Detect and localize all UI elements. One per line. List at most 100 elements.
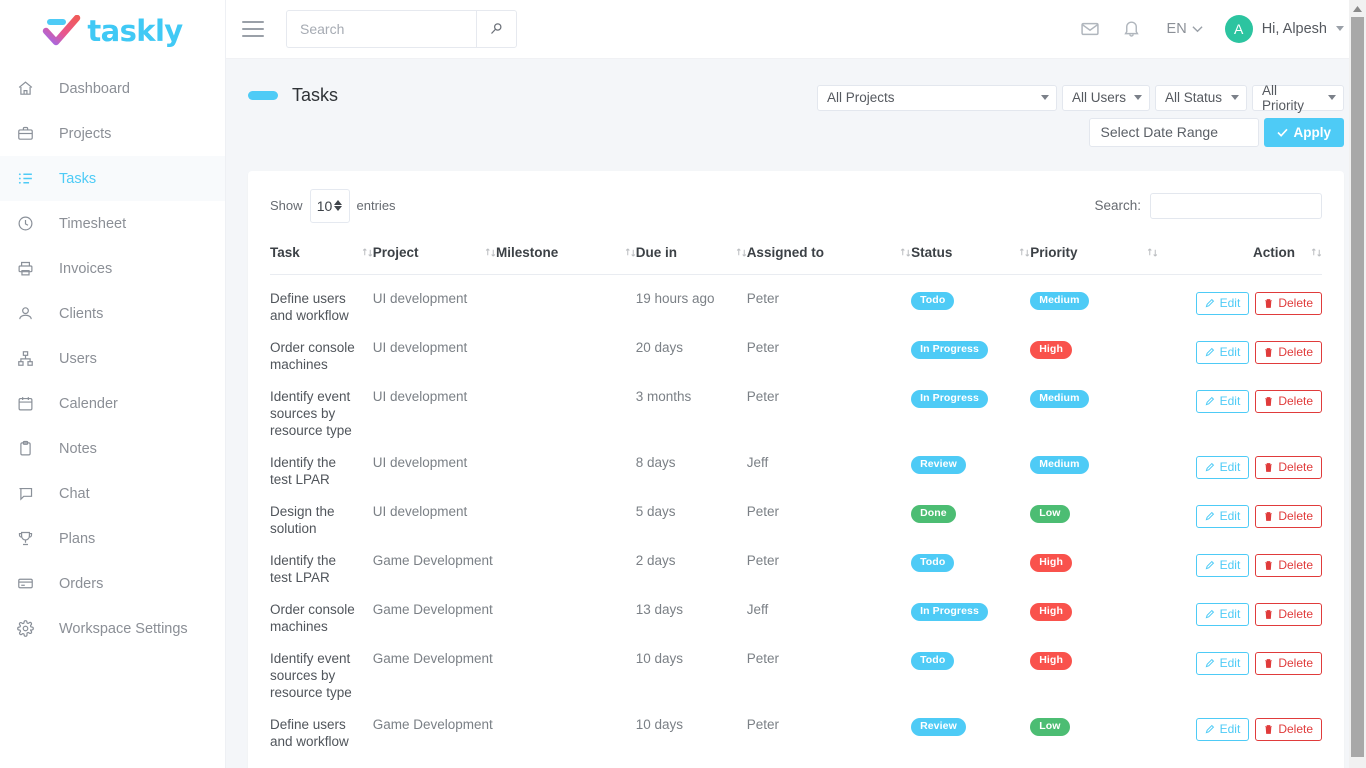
cell-project: UI development	[372, 503, 468, 519]
edit-button[interactable]: Edit	[1195, 553, 1250, 577]
cell-milestone	[496, 586, 636, 635]
edit-button[interactable]: Edit	[1195, 651, 1250, 675]
edit-button[interactable]: Edit	[1195, 717, 1250, 741]
edit-button[interactable]: Edit	[1195, 389, 1250, 413]
trash-icon	[1264, 396, 1273, 407]
search-input[interactable]	[286, 9, 476, 48]
cell-task: Order console machines	[270, 339, 355, 372]
column-header-project[interactable]: Project	[372, 244, 497, 275]
card-icon	[17, 575, 47, 592]
envelope-icon[interactable]	[1069, 9, 1111, 49]
sidebar-item-label: Dashboard	[59, 80, 130, 97]
sidebar-item-workspace-settings[interactable]: Workspace Settings	[0, 606, 225, 651]
sidebar-item-label: Calender	[59, 395, 118, 412]
column-header-milestone[interactable]: Milestone	[496, 244, 636, 275]
delete-button[interactable]: Delete	[1255, 340, 1322, 364]
check-icon	[1277, 128, 1289, 137]
edit-button[interactable]: Edit	[1195, 455, 1250, 479]
cell-action: Edit Delete	[1158, 586, 1322, 635]
delete-button[interactable]: Delete	[1255, 504, 1322, 528]
language-selector[interactable]: EN	[1153, 21, 1213, 37]
sidebar-item-calender[interactable]: Calender	[0, 381, 225, 426]
sidebar-item-orders[interactable]: Orders	[0, 561, 225, 606]
edit-button[interactable]: Edit	[1195, 602, 1250, 626]
tasks-card: Show 10 entries Search: Task Project Mil…	[248, 170, 1344, 768]
column-header-assigned-to[interactable]: Assigned to	[746, 244, 912, 275]
column-header-action[interactable]: Action	[1157, 244, 1322, 275]
edit-button[interactable]: Edit	[1195, 291, 1250, 315]
status-badge: Review	[911, 717, 966, 736]
filter-priority[interactable]: All Priority	[1252, 83, 1344, 113]
cell-task: Order console machines	[270, 601, 355, 634]
sidebar-item-projects[interactable]: Projects	[0, 111, 225, 156]
datatable-search-input[interactable]	[1150, 192, 1322, 219]
delete-button[interactable]: Delete	[1255, 717, 1322, 741]
sidebar-item-plans[interactable]: Plans	[0, 516, 225, 561]
sidebar-item-invoices[interactable]: Invoices	[0, 246, 225, 291]
filter-projects[interactable]: All Projects	[817, 84, 1057, 111]
chevron-down-icon	[1041, 95, 1049, 101]
delete-button-label: Delete	[1278, 607, 1313, 622]
cell-assigned-to: Jeff	[746, 601, 769, 617]
entries-stepper[interactable]: 10	[309, 188, 350, 223]
sidebar-item-clients[interactable]: Clients	[0, 291, 225, 336]
sidebar-item-label: Workspace Settings	[59, 620, 188, 637]
delete-button[interactable]: Delete	[1255, 651, 1322, 675]
sidebar-item-tasks[interactable]: Tasks	[0, 156, 225, 201]
scrollbar-thumb[interactable]	[1351, 17, 1364, 757]
apply-button[interactable]: Apply	[1264, 117, 1344, 147]
filters-panel: All Projects All Users All Status All Pr…	[817, 83, 1344, 147]
sidebar-item-users[interactable]: Users	[0, 336, 225, 381]
cell-project: Game Development	[372, 650, 493, 666]
filter-status[interactable]: All Status	[1155, 84, 1247, 111]
brand-logo[interactable]: taskly	[0, 0, 225, 62]
sidebar-item-label: Tasks	[59, 170, 97, 187]
sort-icon	[477, 247, 496, 258]
sidebar-item-label: Orders	[59, 575, 104, 592]
hamburger-icon[interactable]	[242, 20, 264, 37]
search-button[interactable]	[476, 9, 517, 48]
cell-project: Game Development	[372, 716, 493, 732]
sort-icon	[728, 247, 747, 258]
calendar-icon	[17, 395, 47, 412]
filter-users[interactable]: All Users	[1062, 84, 1150, 111]
column-header-priority[interactable]: Priority	[1030, 244, 1158, 275]
page-scrollbar[interactable]	[1349, 0, 1366, 768]
cell-status: Done	[911, 488, 1030, 537]
sidebar-item-timesheet[interactable]: Timesheet	[0, 201, 225, 246]
table-row: Identify the test LPAR Game Development 2 …	[270, 537, 1322, 586]
cell-action: Edit Delete	[1158, 324, 1322, 373]
edit-button[interactable]: Edit	[1195, 504, 1250, 528]
cell-due-in: 3 months	[635, 388, 692, 404]
user-icon	[17, 305, 47, 322]
edit-button-label: Edit	[1219, 296, 1241, 311]
user-menu[interactable]: A Hi, Alpesh	[1213, 14, 1344, 43]
bell-icon[interactable]	[1111, 9, 1153, 49]
sort-icon	[892, 247, 911, 258]
sidebar-item-chat[interactable]: Chat	[0, 471, 225, 516]
delete-button[interactable]: Delete	[1255, 455, 1322, 479]
table-row: Order console machines Game Development 13…	[270, 586, 1322, 635]
cell-status: Todo	[911, 274, 1030, 324]
cell-task: Design the solution	[270, 503, 335, 536]
column-header-status[interactable]: Status	[911, 244, 1031, 275]
chevron-down-icon	[1192, 25, 1203, 33]
scrollbar-up-arrow[interactable]	[1349, 0, 1366, 17]
cell-action: Edit Delete	[1158, 439, 1322, 488]
cell-action: Edit Delete	[1158, 701, 1322, 750]
column-header-due-in[interactable]: Due in	[635, 244, 747, 275]
column-header-task[interactable]: Task	[270, 244, 373, 275]
edit-button[interactable]: Edit	[1195, 340, 1250, 364]
sidebar-item-notes[interactable]: Notes	[0, 426, 225, 471]
priority-badge: High	[1030, 651, 1072, 670]
delete-button[interactable]: Delete	[1255, 291, 1322, 315]
delete-button[interactable]: Delete	[1255, 389, 1322, 413]
delete-button[interactable]: Delete	[1255, 602, 1322, 626]
user-greeting: Hi, Alpesh	[1261, 20, 1327, 37]
cell-task: Define users and workflow	[270, 716, 349, 749]
date-range-input[interactable]	[1089, 117, 1260, 147]
column-label: Status	[911, 244, 953, 260]
delete-button[interactable]: Delete	[1255, 553, 1322, 577]
priority-badge: Low	[1030, 504, 1070, 523]
sidebar-item-dashboard[interactable]: Dashboard	[0, 66, 225, 111]
